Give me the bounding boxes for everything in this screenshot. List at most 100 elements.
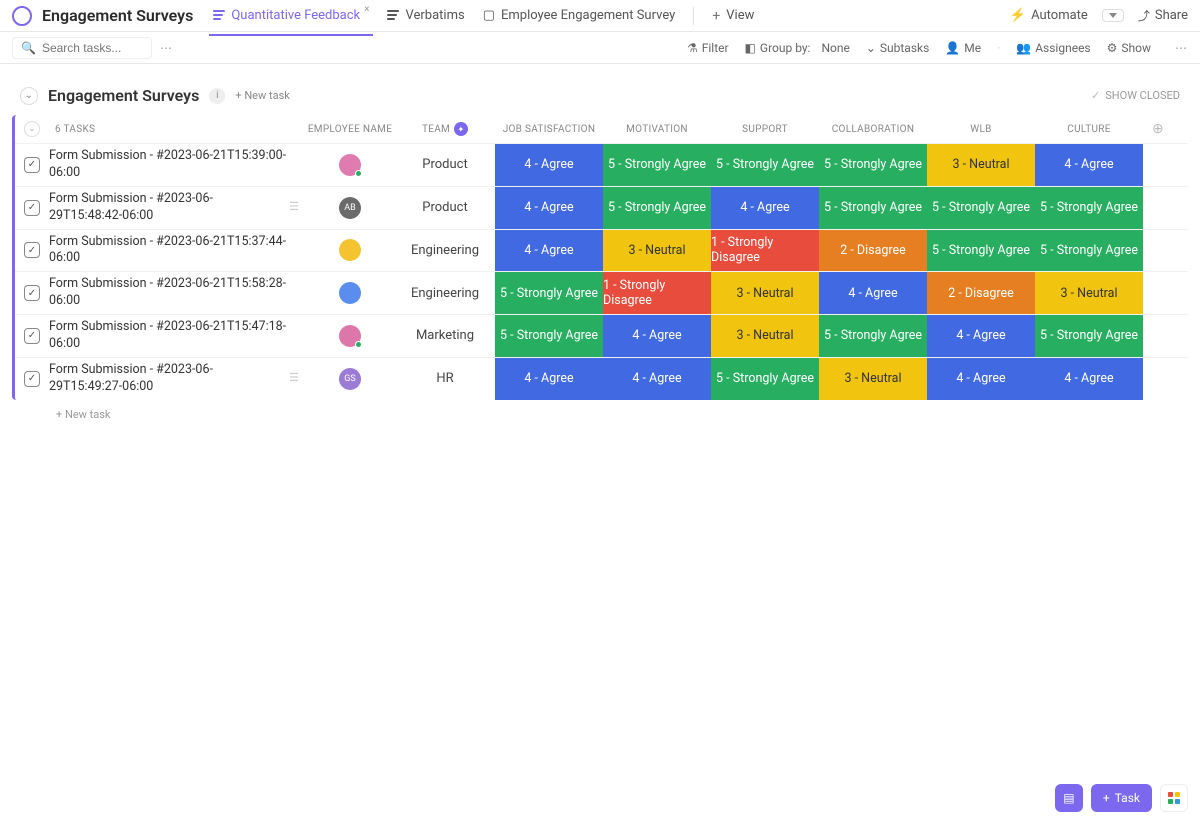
share-button[interactable]: ⤴ Share xyxy=(1138,7,1188,24)
score-cell[interactable]: 5 - Strongly Agree xyxy=(1035,315,1143,357)
col-team[interactable]: TEAM✦ xyxy=(395,122,495,136)
score-cell[interactable]: 2 - Disagree xyxy=(819,230,927,272)
table-row[interactable]: ✓Form Submission - #2023-06-21T15:39:00-… xyxy=(15,143,1188,186)
score-cell[interactable]: 3 - Neutral xyxy=(819,358,927,400)
task-name-cell[interactable]: Form Submission - #2023-06-29T15:48:42-0… xyxy=(49,187,305,229)
assignees-button[interactable]: 👥Assignees xyxy=(1016,41,1090,55)
score-cell[interactable]: 4 - Agree xyxy=(819,272,927,314)
employee-cell[interactable]: AB xyxy=(305,187,395,229)
score-cell[interactable]: 4 - Agree xyxy=(1035,358,1143,400)
tab-verbatims[interactable]: Verbatims xyxy=(387,2,464,29)
automate-dropdown[interactable] xyxy=(1102,9,1124,22)
score-cell[interactable]: 4 - Agree xyxy=(927,358,1035,400)
team-cell[interactable]: Engineering xyxy=(395,230,495,272)
team-cell[interactable]: Product xyxy=(395,144,495,186)
collapse-group-button[interactable]: ⌄ xyxy=(20,87,38,105)
employee-cell[interactable] xyxy=(305,315,395,357)
toolbar-more-button[interactable]: ⋯ xyxy=(1175,41,1188,55)
team-cell[interactable]: Product xyxy=(395,187,495,229)
score-cell[interactable]: 5 - Strongly Agree xyxy=(927,187,1035,229)
score-cell[interactable]: 5 - Strongly Agree xyxy=(819,315,927,357)
footer-new-task-link[interactable]: + New task xyxy=(12,400,1188,421)
score-cell[interactable]: 4 - Agree xyxy=(495,230,603,272)
col-employee-name[interactable]: EMPLOYEE NAME xyxy=(305,124,395,135)
score-cell[interactable]: 2 - Disagree xyxy=(927,272,1035,314)
score-cell[interactable]: 5 - Strongly Agree xyxy=(495,272,603,314)
score-cell[interactable]: 5 - Strongly Agree xyxy=(603,144,711,186)
employee-cell[interactable] xyxy=(305,272,395,314)
task-name-cell[interactable]: Form Submission - #2023-06-29T15:49:27-0… xyxy=(49,358,305,400)
col-collaboration[interactable]: COLLABORATION xyxy=(819,124,927,135)
add-column-button[interactable]: ⊕ xyxy=(1143,121,1173,137)
group-by-button[interactable]: ◧Group by: None xyxy=(745,41,850,55)
score-cell[interactable]: 3 - Neutral xyxy=(927,144,1035,186)
score-cell[interactable]: 3 - Neutral xyxy=(711,272,819,314)
score-cell[interactable]: 4 - Agree xyxy=(603,358,711,400)
apps-button[interactable] xyxy=(1160,784,1188,812)
score-cell[interactable]: 5 - Strongly Agree xyxy=(927,230,1035,272)
task-name-cell[interactable]: Form Submission - #2023-06-21T15:58:28-0… xyxy=(49,272,305,314)
table-row[interactable]: ✓Form Submission - #2023-06-29T15:49:27-… xyxy=(15,357,1188,400)
tab-quantitative-feedback[interactable]: Quantitative Feedback × xyxy=(213,2,369,29)
show-button[interactable]: ⚙Show xyxy=(1107,41,1151,55)
score-cell[interactable]: 5 - Strongly Agree xyxy=(819,187,927,229)
score-cell[interactable]: 1 - Strongly Disagree xyxy=(603,272,711,314)
team-cell[interactable]: Marketing xyxy=(395,315,495,357)
me-button[interactable]: 👤Me xyxy=(945,41,981,55)
show-closed-button[interactable]: ✓ SHOW CLOSED xyxy=(1091,89,1180,102)
search-input[interactable] xyxy=(42,41,143,55)
tab-employee-engagement-survey[interactable]: ▢ Employee Engagement Survey xyxy=(483,2,676,29)
new-task-link[interactable]: + New task xyxy=(235,89,289,102)
task-name-cell[interactable]: Form Submission - #2023-06-21T15:47:18-0… xyxy=(49,315,305,357)
subtasks-button[interactable]: ⌄Subtasks xyxy=(866,41,929,55)
score-cell[interactable]: 4 - Agree xyxy=(495,187,603,229)
employee-cell[interactable] xyxy=(305,230,395,272)
table-row[interactable]: ✓Form Submission - #2023-06-21T15:58:28-… xyxy=(15,271,1188,314)
task-name-cell[interactable]: Form Submission - #2023-06-21T15:39:00-0… xyxy=(49,144,305,186)
score-cell[interactable]: 4 - Agree xyxy=(927,315,1035,357)
score-cell[interactable]: 5 - Strongly Agree xyxy=(1035,187,1143,229)
automate-button[interactable]: ⚡ Automate xyxy=(1010,8,1088,23)
col-culture[interactable]: CULTURE xyxy=(1035,124,1143,135)
task-status-checkbox[interactable]: ✓ xyxy=(15,272,49,314)
score-cell[interactable]: 4 - Agree xyxy=(495,144,603,186)
score-cell[interactable]: 5 - Strongly Agree xyxy=(1035,230,1143,272)
task-name-cell[interactable]: Form Submission - #2023-06-21T15:37:44-0… xyxy=(49,230,305,272)
score-cell[interactable]: 4 - Agree xyxy=(603,315,711,357)
col-job-satisfaction[interactable]: JOB SATISFACTION xyxy=(495,124,603,135)
task-status-checkbox[interactable]: ✓ xyxy=(15,144,49,186)
info-icon[interactable]: i xyxy=(209,88,225,104)
employee-cell[interactable]: GS xyxy=(305,358,395,400)
score-cell[interactable]: 4 - Agree xyxy=(1035,144,1143,186)
score-cell[interactable]: 4 - Agree xyxy=(495,358,603,400)
table-row[interactable]: ✓Form Submission - #2023-06-29T15:48:42-… xyxy=(15,186,1188,229)
search-box[interactable]: 🔍 xyxy=(12,37,152,59)
expand-all-button[interactable]: ⌄ xyxy=(15,121,49,137)
team-cell[interactable]: Engineering xyxy=(395,272,495,314)
score-cell[interactable]: 1 - Strongly Disagree xyxy=(711,230,819,272)
team-cell[interactable]: HR xyxy=(395,358,495,400)
close-icon[interactable]: × xyxy=(364,4,369,15)
task-status-checkbox[interactable]: ✓ xyxy=(15,358,49,400)
score-cell[interactable]: 5 - Strongly Agree xyxy=(495,315,603,357)
table-row[interactable]: ✓Form Submission - #2023-06-21T15:37:44-… xyxy=(15,229,1188,272)
app-logo-icon[interactable] xyxy=(12,6,32,26)
quick-task-button[interactable]: +Task xyxy=(1091,784,1152,812)
score-cell[interactable]: 4 - Agree xyxy=(711,187,819,229)
task-status-checkbox[interactable]: ✓ xyxy=(15,187,49,229)
score-cell[interactable]: 3 - Neutral xyxy=(603,230,711,272)
task-status-checkbox[interactable]: ✓ xyxy=(15,315,49,357)
add-view-button[interactable]: + View xyxy=(712,2,754,30)
col-support[interactable]: SUPPORT xyxy=(711,124,819,135)
score-cell[interactable]: 3 - Neutral xyxy=(1035,272,1143,314)
score-cell[interactable]: 3 - Neutral xyxy=(711,315,819,357)
score-cell[interactable]: 5 - Strongly Agree xyxy=(819,144,927,186)
task-status-checkbox[interactable]: ✓ xyxy=(15,230,49,272)
col-motivation[interactable]: MOTIVATION xyxy=(603,124,711,135)
score-cell[interactable]: 5 - Strongly Agree xyxy=(711,144,819,186)
employee-cell[interactable] xyxy=(305,144,395,186)
score-cell[interactable]: 5 - Strongly Agree xyxy=(603,187,711,229)
score-cell[interactable]: 5 - Strongly Agree xyxy=(711,358,819,400)
quick-note-button[interactable]: ▤ xyxy=(1055,784,1083,812)
filter-button[interactable]: ⚗Filter xyxy=(687,41,729,55)
